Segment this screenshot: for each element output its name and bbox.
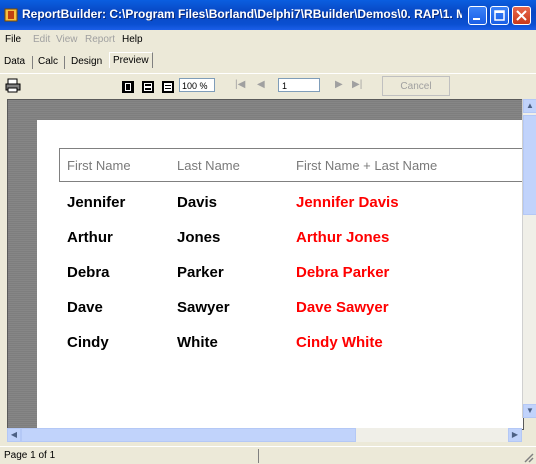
close-button[interactable] [512,6,531,25]
row-last-name: Davis [177,194,218,211]
header-bottom-border [59,181,523,182]
header-left-border [59,148,60,181]
page-width-icon[interactable] [140,79,156,95]
tab-separator [64,56,65,69]
minimize-icon [473,18,480,20]
scroll-right-icon[interactable]: ▶ [508,428,522,442]
report-builder-window: ReportBuilder: C:\Program Files\Borland\… [0,0,536,464]
vertical-scrollbar[interactable]: ▲ ▼ [522,99,536,418]
prev-page-icon[interactable]: ◀ [257,79,265,90]
tab-separator [32,56,33,69]
row-first-name: Arthur [67,229,113,246]
status-separator [258,449,259,463]
whole-page-icon[interactable] [120,79,136,95]
row-last-name: White [177,334,218,351]
header-first-name: First Name [67,158,131,173]
close-icon [516,10,527,21]
maximize-icon [494,10,505,21]
title-bar[interactable]: ReportBuilder: C:\Program Files\Borland\… [0,0,536,30]
app-icon [4,8,18,22]
scroll-up-icon[interactable]: ▲ [523,99,536,113]
cancel-button[interactable]: Cancel [382,76,450,96]
scroll-down-icon[interactable]: ▼ [523,404,536,418]
menu-file[interactable]: File [5,34,21,45]
row-last-name: Parker [177,264,224,281]
menu-report[interactable]: Report [85,34,115,45]
row-last-name: Jones [177,229,221,246]
scroll-left-icon[interactable]: ◀ [7,428,21,442]
page-status: Page 1 of 1 [4,450,56,461]
menu-help[interactable]: Help [122,34,143,45]
header-top-border [59,148,523,149]
row-first-name: Cindy [67,334,109,351]
row-first-name: Debra [67,264,110,281]
tab-data[interactable]: Data [4,56,25,67]
row-full-name: Cindy White [296,334,383,351]
row-first-name: Jennifer [67,194,126,211]
menu-bar: File Edit View Report Help [0,32,536,48]
tab-calc[interactable]: Calc [38,56,58,67]
menu-view[interactable]: View [56,34,78,45]
page-number-input[interactable]: 1 [278,78,320,92]
report-preview-area[interactable]: First Name Last Name First Name + Last N… [7,99,524,430]
horizontal-scroll-thumb[interactable] [21,428,356,442]
zoom-100-icon[interactable] [160,79,176,95]
horizontal-scrollbar[interactable]: ◀ ▶ [7,428,522,442]
header-last-name: Last Name [177,158,240,173]
preview-toolbar: 100 % |◀ ◀ 1 ▶ ▶| Cancel [0,73,536,100]
status-bar: Page 1 of 1 [0,446,536,464]
row-full-name: Arthur Jones [296,229,390,246]
report-page: First Name Last Name First Name + Last N… [37,120,523,429]
row-full-name: Debra Parker [296,264,390,281]
tab-bar: Data Calc Design Preview [0,52,536,72]
row-last-name: Sawyer [177,299,230,316]
maximize-button[interactable] [490,6,509,25]
vertical-scroll-thumb[interactable] [523,115,536,215]
minimize-button[interactable] [468,6,487,25]
row-full-name: Dave Sawyer [296,299,389,316]
tab-design[interactable]: Design [71,56,102,67]
resize-grip-icon[interactable] [522,451,534,463]
row-full-name: Jennifer Davis [296,194,399,211]
window-title: ReportBuilder: C:\Program Files\Borland\… [22,7,462,21]
zoom-input[interactable]: 100 % [179,78,215,92]
print-icon[interactable] [5,78,21,94]
tab-preview[interactable]: Preview [109,52,153,68]
header-full-name: First Name + Last Name [296,158,438,173]
row-first-name: Dave [67,299,103,316]
menu-edit[interactable]: Edit [33,34,50,45]
first-page-icon[interactable]: |◀ [235,79,245,90]
next-page-icon[interactable]: ▶ [335,79,343,90]
last-page-icon[interactable]: ▶| [352,79,362,90]
